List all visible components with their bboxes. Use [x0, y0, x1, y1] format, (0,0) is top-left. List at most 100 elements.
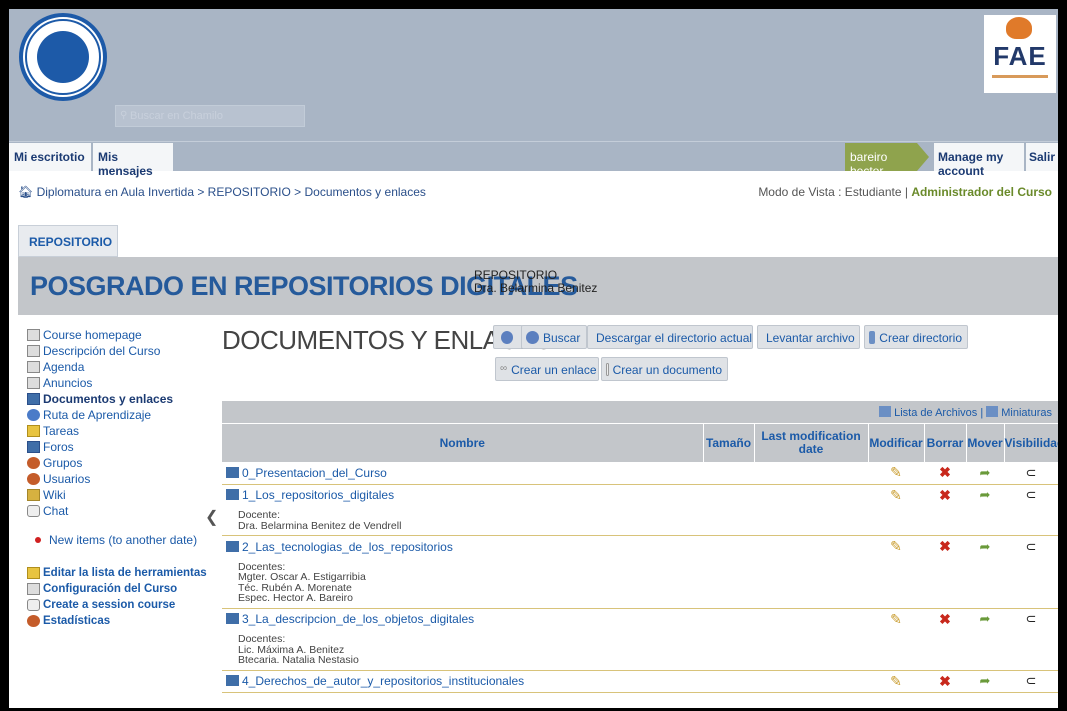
delete-icon[interactable]: ✖: [939, 464, 951, 480]
tool-edit-list[interactable]: Editar la lista de herramientas: [27, 565, 207, 581]
nav-user-name[interactable]: bareiro hector: [845, 143, 917, 178]
collapse-sidebar-icon[interactable]: ❮: [205, 507, 218, 527]
folder-name[interactable]: 4_Derechos_de_autor_y_repositorios_insti…: [242, 674, 524, 688]
new-items-link[interactable]: New items (to another date): [27, 533, 207, 547]
sidebar-item-learning-path[interactable]: Ruta de Aprendizaje: [27, 407, 207, 423]
sidebar-item-description[interactable]: Descripción del Curso: [27, 343, 207, 359]
announcement-icon: [27, 377, 40, 389]
folder-name-cell[interactable]: 0_Presentacion_del_Curso: [222, 462, 703, 485]
logo-underline: [992, 75, 1048, 78]
visibility-eye-icon[interactable]: ⊂: [1026, 539, 1037, 554]
sidebar-item-groups[interactable]: Grupos: [27, 455, 207, 471]
move-icon[interactable]: ➦: [980, 487, 991, 502]
visibility-eye-icon[interactable]: ⊂: [1026, 487, 1037, 502]
sidebar-item-announcements[interactable]: Anuncios: [27, 375, 207, 391]
download-button-label: Descargar el directorio actual: [596, 331, 753, 345]
folder-name-cell[interactable]: 4_Derechos_de_autor_y_repositorios_insti…: [222, 670, 703, 693]
view-mode-admin-link[interactable]: Administrador del Curso: [911, 185, 1052, 199]
folder-name[interactable]: 1_Los_repositorios_digitales: [242, 488, 394, 502]
sidebar-item-homepage[interactable]: Course homepage: [27, 327, 207, 343]
edit-cell: ✎: [868, 484, 924, 506]
chat-icon: [27, 505, 40, 517]
folder-name-cell[interactable]: 2_Las_tecnologias_de_los_repositorios: [222, 536, 703, 558]
edit-pencil-icon[interactable]: ✎: [890, 673, 902, 689]
col-name[interactable]: Nombre: [222, 424, 704, 462]
edit-pencil-icon[interactable]: ✎: [890, 611, 902, 627]
tool-statistics[interactable]: Estadísticas: [27, 613, 207, 629]
visibility-eye-icon[interactable]: ⊂: [1026, 611, 1037, 626]
sidebar-item-label: Grupos: [43, 456, 83, 470]
thumbnails-icon: [986, 406, 999, 417]
download-dir-button[interactable]: Descargar el directorio actual: [587, 325, 753, 349]
folder-name-cell[interactable]: 3_La_descripcion_de_los_objetos_digitale…: [222, 608, 703, 630]
header: ⚲ Buscar en Chamilo FAE: [9, 9, 1058, 141]
move-icon[interactable]: ➦: [980, 539, 991, 554]
nav-manage-account[interactable]: Manage my account: [934, 143, 1024, 178]
col-delete: Borrar: [924, 424, 967, 462]
sidebar-item-agenda[interactable]: Agenda: [27, 359, 207, 375]
create-directory-button[interactable]: Crear directorio: [864, 325, 968, 349]
move-icon[interactable]: ➦: [980, 465, 991, 480]
delete-icon[interactable]: ✖: [939, 487, 951, 503]
search-button[interactable]: Buscar: [521, 325, 587, 349]
sidebar-item-users[interactable]: Usuarios: [27, 471, 207, 487]
pencil-icon: [27, 567, 40, 579]
edit-cell: ✎: [868, 462, 924, 485]
sidebar-item-label: Foros: [43, 440, 74, 454]
move-icon[interactable]: ➦: [980, 673, 991, 688]
admin-tools: Editar la lista de herramientas Configur…: [27, 565, 207, 629]
nav-my-desk[interactable]: Mi escritotio: [9, 143, 91, 171]
delete-icon[interactable]: ✖: [939, 673, 951, 689]
folder-name-cell[interactable]: 1_Los_repositorios_digitales: [222, 484, 703, 506]
search-input[interactable]: ⚲ Buscar en Chamilo: [115, 105, 305, 127]
size-cell: [703, 670, 754, 693]
sidebar-item-wiki[interactable]: Wiki: [27, 487, 207, 503]
create-document-button[interactable]: Crear un documento: [601, 357, 728, 381]
edit-pencil-icon[interactable]: ✎: [890, 538, 902, 554]
fae-logo[interactable]: FAE: [984, 15, 1056, 93]
help-button[interactable]: [493, 325, 523, 349]
tool-label: Configuración del Curso: [43, 583, 178, 595]
visibility-cell: ⊂: [1004, 670, 1058, 693]
help-icon: [501, 331, 513, 344]
tool-create-session[interactable]: Create a session course: [27, 597, 207, 613]
move-icon[interactable]: ➦: [980, 611, 991, 626]
folder-name[interactable]: 2_Las_tecnologias_de_los_repositorios: [242, 540, 453, 554]
course-tab[interactable]: REPOSITORIO: [18, 225, 118, 257]
sidebar-item-chat[interactable]: Chat: [27, 503, 207, 519]
edit-pencil-icon[interactable]: ✎: [890, 487, 902, 503]
faculty-logo[interactable]: [19, 13, 107, 101]
delete-icon[interactable]: ✖: [939, 538, 951, 554]
table-row: 2_Las_tecnologias_de_los_repositorios ✎ …: [222, 536, 1058, 558]
delete-icon[interactable]: ✖: [939, 611, 951, 627]
visibility-cell: ⊂: [1004, 608, 1058, 630]
list-icon: [879, 406, 892, 417]
sidebar-item-tasks[interactable]: Tareas: [27, 423, 207, 439]
stats-icon: [27, 615, 40, 627]
col-size[interactable]: Tamaño: [703, 424, 755, 462]
table-header-row: Nombre Tamaño Last modification date Mod…: [222, 424, 1058, 462]
list-view-link[interactable]: Lista de Archivos: [894, 407, 977, 419]
col-date[interactable]: Last modification date: [754, 424, 869, 462]
breadcrumb-text[interactable]: Diplomatura en Aula Invertida > REPOSITO…: [37, 185, 426, 199]
nav-my-messages[interactable]: Mis mensajes: [93, 143, 173, 178]
thumbnails-link[interactable]: Miniaturas: [1001, 407, 1052, 419]
nav-logout[interactable]: Salir: [1026, 143, 1058, 171]
sidebar-item-label: Usuarios: [43, 472, 91, 486]
breadcrumb[interactable]: 🏠︎ Diplomatura en Aula Invertida > REPOS…: [18, 185, 426, 199]
folder-name[interactable]: 3_La_descripcion_de_los_objetos_digitale…: [242, 612, 474, 626]
delete-cell: ✖: [924, 536, 966, 558]
tool-course-settings[interactable]: Configuración del Curso: [27, 581, 207, 597]
upload-file-button[interactable]: Levantar archivo: [757, 325, 860, 349]
move-cell: ➦: [966, 670, 1004, 693]
view-mode: Modo de Vista : Estudiante | Administrad…: [758, 185, 1052, 199]
sidebar-item-forums[interactable]: Foros: [27, 439, 207, 455]
sidebar-item-documents[interactable]: Documentos y enlaces: [27, 391, 207, 407]
date-cell: [754, 536, 868, 558]
create-link-button[interactable]: ∞ Crear un enlace: [495, 357, 599, 381]
visibility-eye-icon[interactable]: ⊂: [1026, 673, 1037, 688]
visibility-eye-icon[interactable]: ⊂: [1026, 465, 1037, 480]
sidebar: Course homepage Descripción del Curso Ag…: [27, 327, 207, 629]
folder-name[interactable]: 0_Presentacion_del_Curso: [242, 466, 387, 480]
edit-pencil-icon[interactable]: ✎: [890, 464, 902, 480]
